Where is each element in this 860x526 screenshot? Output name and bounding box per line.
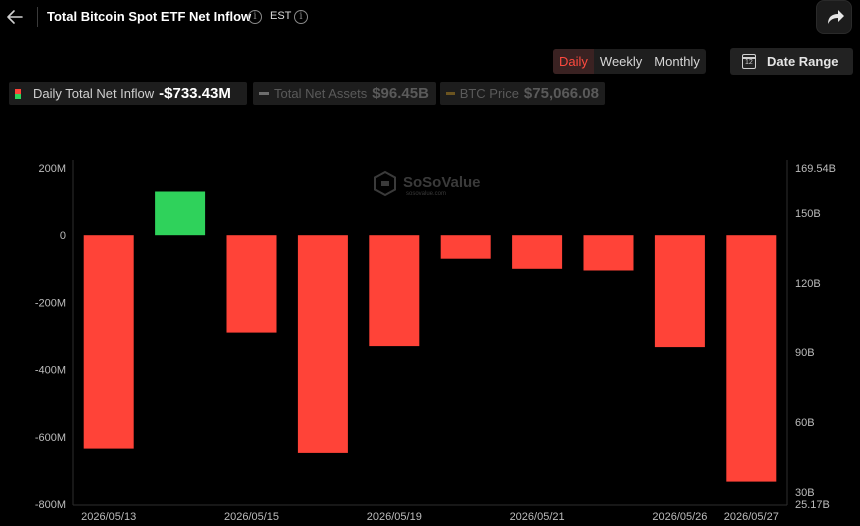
- bar-2026/05/27: [726, 235, 777, 482]
- bar-2026/05/22: [583, 235, 634, 271]
- y2-tick-label: 150B: [795, 208, 821, 220]
- net-inflow-chart: SoSoValue sosovalue.com 200M 0 -200M -400M -…: [35, 160, 836, 523]
- y-tick-label: 0: [60, 230, 66, 242]
- y2-tick-label: 90B: [795, 347, 815, 359]
- watermark-url: sosovalue.com: [406, 191, 446, 197]
- bar-2026/05/14: [155, 191, 206, 236]
- y-tick-label: -800M: [35, 499, 66, 511]
- bar-2026/05/26: [654, 235, 705, 348]
- x-tick-label: 2026/05/19: [367, 511, 422, 523]
- sosovalue-logo-icon: [374, 170, 396, 197]
- y-tick-label: -400M: [35, 365, 66, 377]
- y2-tick-label: 25.17B: [795, 499, 830, 511]
- bar-2026/05/15: [226, 235, 277, 333]
- x-tick-label: 2026/05/21: [510, 511, 565, 523]
- y-tick-label: 200M: [38, 163, 66, 175]
- bar-2026/05/20: [440, 235, 491, 259]
- x-tick-label: 2026/05/27: [724, 511, 779, 523]
- bar-2026/05/13: [83, 235, 134, 449]
- y-tick-label: -600M: [35, 432, 66, 444]
- x-tick-label: 2026/05/26: [652, 511, 707, 523]
- y2-tick-label: 120B: [795, 278, 821, 290]
- bar-2026/05/19: [369, 235, 420, 347]
- x-tick-label: 2026/05/13: [81, 511, 136, 523]
- x-tick-label: 2026/05/15: [224, 511, 279, 523]
- y2-tick-label: 30B: [795, 487, 815, 499]
- watermark: SoSoValue sosovalue.com: [374, 170, 481, 197]
- bar-2026/05/18: [297, 235, 348, 453]
- bar-2026/05/21: [512, 235, 563, 269]
- y2-tick-label: 169.54B: [795, 163, 836, 175]
- y2-tick-label: 60B: [795, 417, 815, 429]
- watermark-brand: SoSoValue: [403, 174, 481, 191]
- y-tick-label: -200M: [35, 297, 66, 309]
